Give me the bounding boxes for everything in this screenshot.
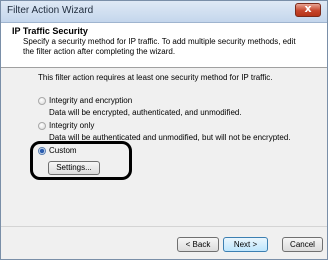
option-description: Data will be encrypted, authenticated, a…: [49, 108, 242, 117]
wizard-footer: < Back Next > Cancel: [1, 226, 327, 259]
title-bar[interactable]: Filter Action Wizard x: [1, 1, 327, 23]
option-label: Integrity only: [49, 121, 95, 130]
wizard-content: This filter action requires at least one…: [1, 68, 327, 225]
wizard-header: IP Traffic Security Specify a security m…: [1, 23, 327, 68]
close-button[interactable]: x: [295, 2, 321, 17]
page-description: Specify a security method for IP traffic…: [23, 37, 296, 56]
window-title: Filter Action Wizard: [7, 5, 94, 16]
next-button[interactable]: Next >: [223, 237, 268, 252]
cancel-button[interactable]: Cancel: [282, 237, 323, 252]
highlight-annotation: [30, 141, 132, 180]
back-button[interactable]: < Back: [177, 237, 219, 252]
radio-button[interactable]: [38, 97, 46, 105]
page-title: IP Traffic Security: [12, 26, 88, 36]
wizard-window: Filter Action Wizard x IP Traffic Securi…: [0, 0, 328, 260]
radio-button[interactable]: [38, 122, 46, 130]
option-label: Integrity and encryption: [49, 96, 133, 105]
intro-text: This filter action requires at least one…: [38, 73, 273, 82]
close-icon: x: [304, 2, 312, 15]
